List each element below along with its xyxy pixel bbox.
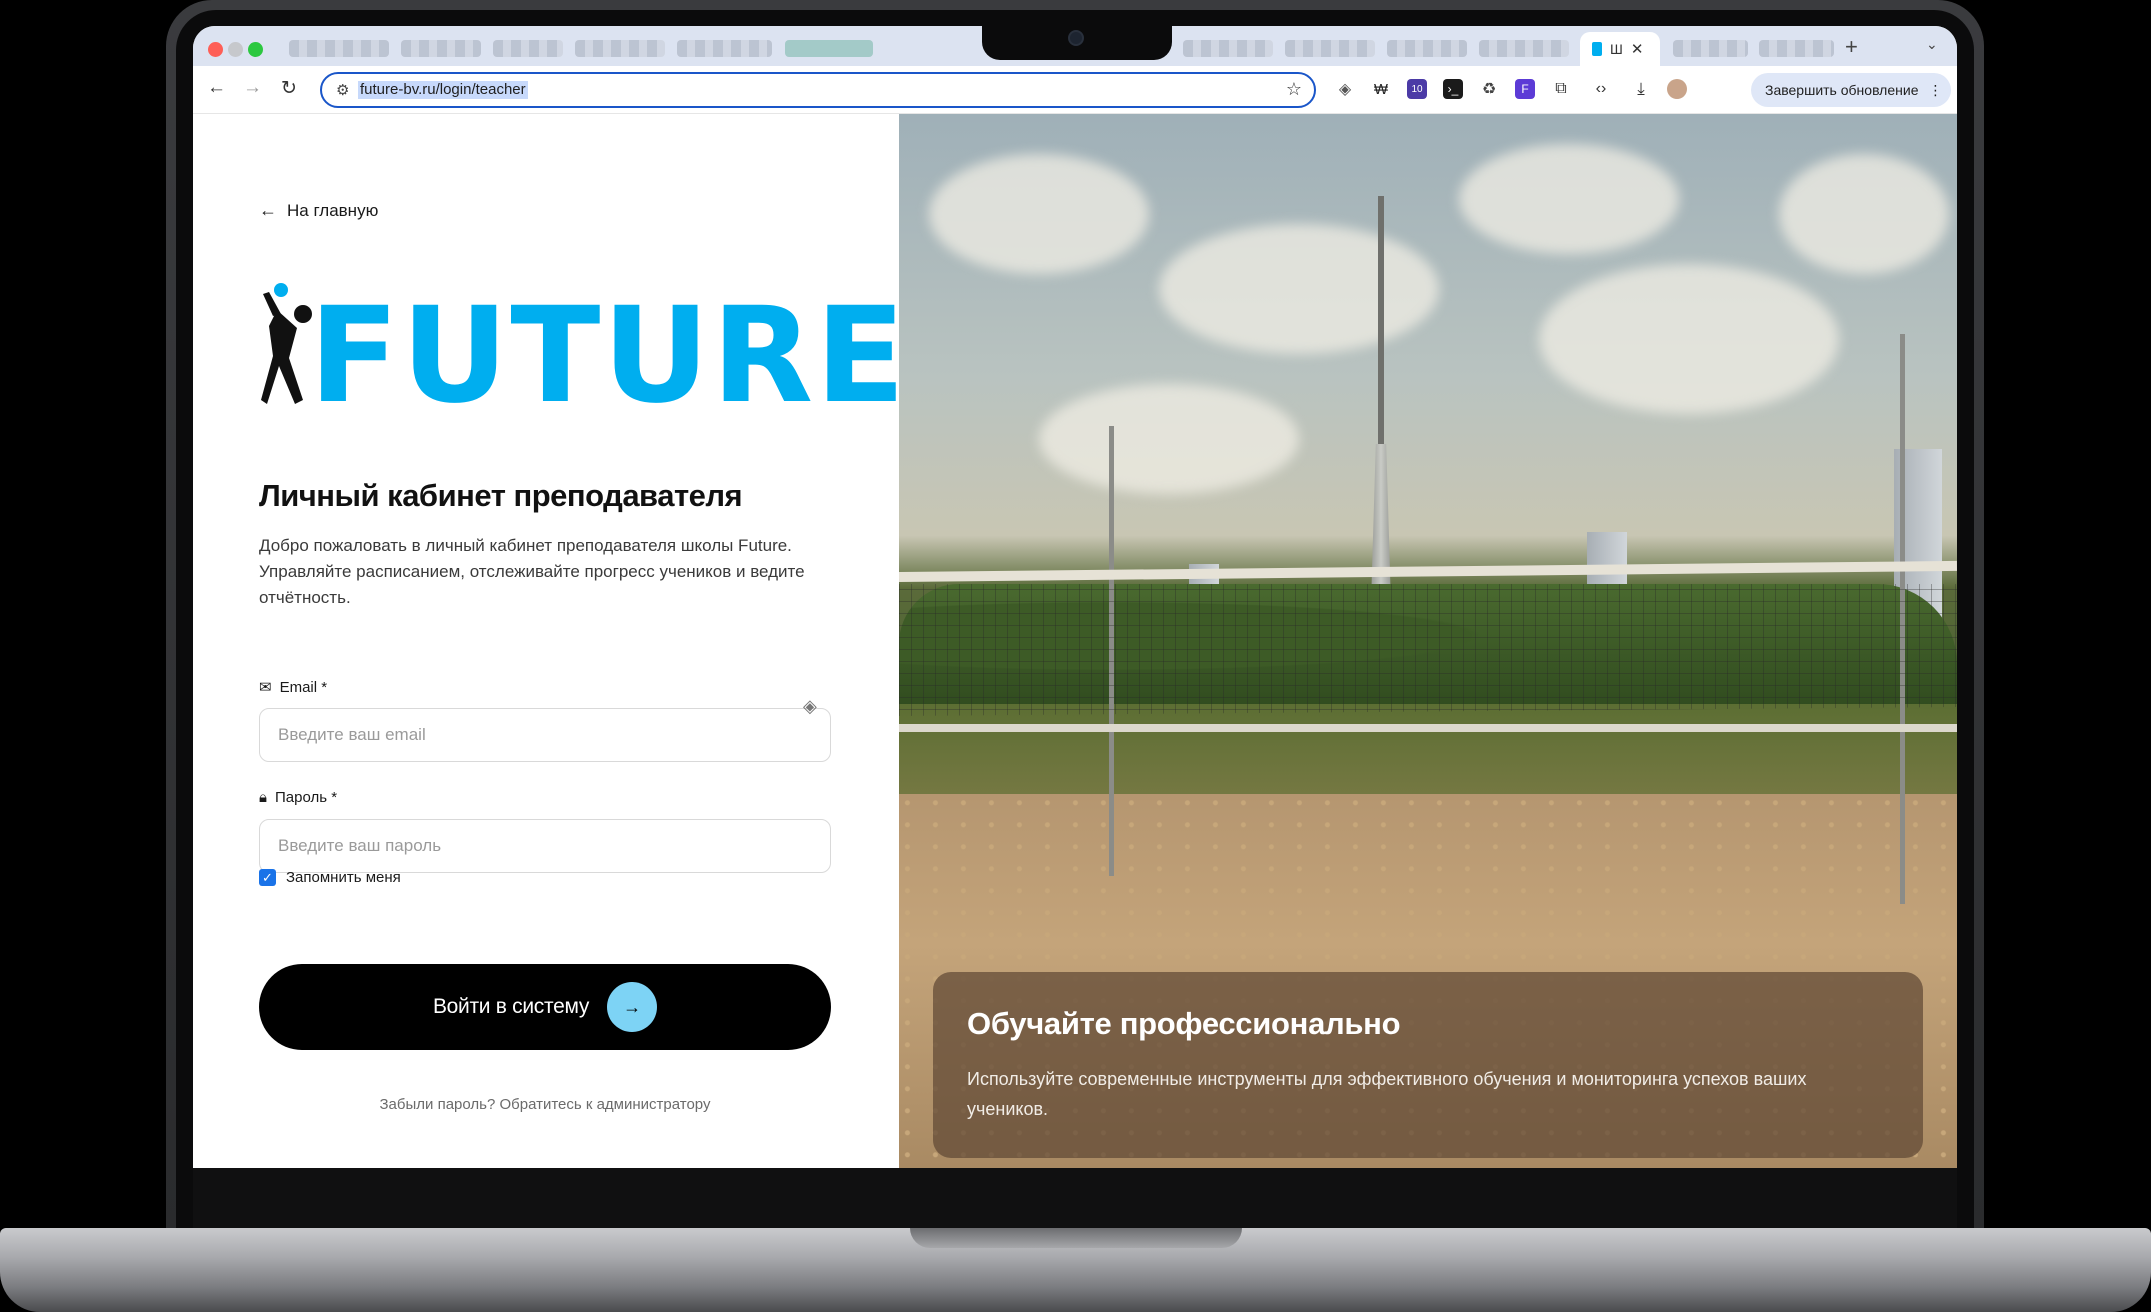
browser-toolbar: ← → ↻ ⚙ future-bv.ru/login/teacher ☆ ◈ ₩… [193,66,1957,114]
bookmark-star-icon[interactable]: ☆ [1286,79,1302,100]
tv-tower [1378,196,1384,456]
remember-me-label: Запомнить меня [286,869,401,886]
login-button-label: Войти в систему [432,995,590,1018]
logo-wordmark: FUTURE [309,279,908,433]
extension-tools-icon[interactable]: ₩ [1371,79,1391,99]
extension-diamond-icon[interactable]: ◈ [1335,79,1355,99]
volleyball-net-bottom [899,724,1957,732]
email-label-text: Email * [279,678,328,696]
more-vertical-icon[interactable]: ⋮ [1928,82,1942,99]
remember-me[interactable]: ✓ Запомнить меня [259,869,401,886]
cloud [1539,264,1839,414]
back-arrow-icon[interactable]: ← [207,77,226,99]
password-label: 🔒︎ Пароль * [259,789,337,806]
chevron-down-icon[interactable]: ⌄ [1926,36,1938,53]
screen-bottom-bezel [193,1168,1957,1232]
tab-blurred[interactable] [575,40,665,57]
minimize-window-button[interactable] [228,42,243,57]
reload-icon[interactable]: ↻ [281,77,297,100]
tab-active[interactable]: Ш ✕ [1580,32,1660,66]
tab-blurred[interactable] [289,40,389,57]
extensions-puzzle-icon[interactable]: ⧉ [1551,79,1571,99]
close-window-button[interactable] [208,42,223,57]
url-text[interactable]: future-bv.ru/login/teacher [358,81,528,99]
extension-recycle-icon[interactable]: ♻ [1479,79,1499,99]
email-label: ✉ Email * [259,678,328,697]
cloud [929,154,1149,274]
cloud [1039,384,1299,494]
tab-blurred[interactable] [401,40,481,57]
email-field[interactable] [259,708,831,762]
download-icon[interactable]: ⤓ [1631,79,1651,99]
hero-image: Обучайте профессионально Используйте сов… [899,114,1957,1168]
address-bar[interactable]: ⚙ future-bv.ru/login/teacher ☆ [320,72,1316,108]
tab-blurred[interactable] [1759,40,1834,57]
devtools-code-icon[interactable]: ‹› [1591,79,1611,99]
cloud [1159,224,1439,354]
site-settings-icon[interactable]: ⚙ [336,81,349,99]
page-subtitle: Добро пожаловать в личный кабинет препод… [259,536,805,607]
tab-blurred[interactable] [1673,40,1748,57]
arrow-left-icon: ← [259,200,277,220]
arrow-right-icon: → [607,982,658,1032]
maximize-window-button[interactable] [248,42,263,57]
login-panel: ← На главную FUTURE Личный кабинет препо… [193,114,905,1168]
mail-icon: ✉ [259,679,272,696]
extension-badge-icon[interactable]: 10 [1407,79,1427,99]
future-logo: FUTURE [259,283,905,422]
back-home-link[interactable]: ← На главную [259,200,378,221]
remember-me-checkbox[interactable]: ✓ [259,869,276,886]
new-tab-plus-icon[interactable]: + [1845,34,1858,60]
update-button[interactable]: Завершить обновление ⋮ [1751,73,1951,107]
extension-badge-count: 10 [1411,83,1423,95]
page-title: Личный кабинет преподавателя [259,478,743,513]
lock-icon: 🔒︎ [259,789,267,806]
password-label-text: Пароль * [274,789,338,806]
password-field[interactable] [259,819,831,873]
promo-text: Используйте современные инструменты для … [967,1069,1807,1119]
tab-blurred[interactable] [1387,40,1467,57]
volleyball-net-top [899,560,1957,582]
close-icon[interactable]: ✕ [1631,40,1644,58]
tab-title: Ш [1610,41,1623,57]
tab-blurred[interactable] [1183,40,1273,57]
extension-terminal-icon[interactable]: ›_ [1443,79,1463,99]
camera-icon [1068,30,1084,46]
laptop-base-notch [910,1228,1242,1248]
promo-card: Обучайте профессионально Используйте сов… [933,972,1923,1158]
back-link-label: На главную [287,200,379,220]
promo-title: Обучайте профессионально [967,1006,1401,1041]
tab-blurred[interactable] [1285,40,1375,57]
future-favicon-icon [1592,42,1602,56]
login-page: ← На главную FUTURE Личный кабинет препо… [193,114,1957,1168]
forgot-password-text: Забыли пароль? Обратитесь к администрато… [379,1096,711,1113]
tab-blurred[interactable] [493,40,563,57]
forward-arrow-icon[interactable]: → [243,77,262,99]
cloud [1459,144,1679,254]
tab-blurred[interactable] [1479,40,1569,57]
tab-blurred[interactable] [785,40,873,57]
update-button-label: Завершить обновление [1765,82,1919,98]
cloud [1779,154,1949,274]
tab-blurred[interactable] [677,40,772,57]
screen: Ш ✕ + ⌄ ← → ↻ ⚙ future-bv.ru/login/teach… [193,26,1957,1168]
profile-avatar[interactable] [1667,79,1687,99]
login-button[interactable]: Войти в систему → [259,964,831,1050]
extension-form-icon[interactable]: F [1515,79,1535,99]
autofill-key-icon[interactable]: ◈ [803,696,817,717]
